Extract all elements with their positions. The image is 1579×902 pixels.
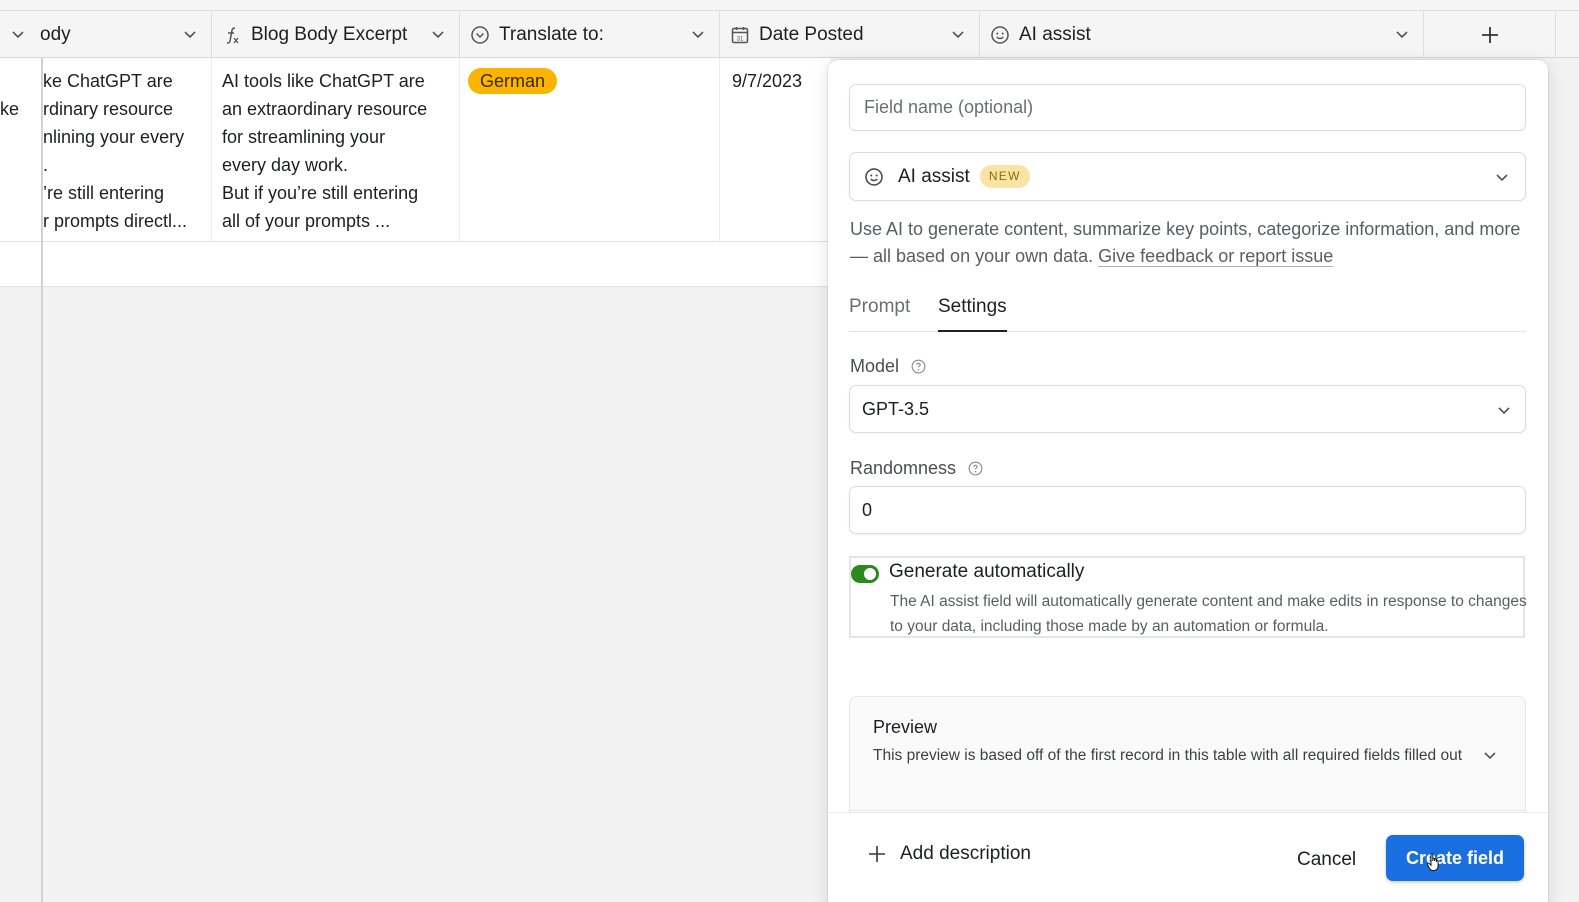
cell-line: But if you’re still entering bbox=[222, 183, 419, 203]
cell-line: an extraordinary resource bbox=[222, 99, 428, 119]
help-icon[interactable] bbox=[968, 461, 983, 476]
create-field-button[interactable]: Create field bbox=[1386, 835, 1524, 881]
column-header-label: AI assist bbox=[1019, 23, 1091, 45]
chevron-down-icon bbox=[1496, 174, 1508, 182]
cell-line: for streamlining your bbox=[222, 127, 386, 147]
column-header-body[interactable]: ody bbox=[0, 11, 212, 58]
help-icon[interactable] bbox=[911, 359, 926, 374]
cell-line: ’re still entering bbox=[43, 183, 165, 203]
empty-row[interactable] bbox=[0, 242, 830, 287]
chevron-down-icon[interactable] bbox=[1393, 25, 1411, 43]
generate-automatically-toggle[interactable] bbox=[851, 565, 879, 583]
add-description-label: Add description bbox=[900, 843, 1031, 864]
generate-automatically-label: Generate automatically bbox=[889, 561, 1085, 582]
generate-automatically-section: Generate automatically The AI assist fie… bbox=[849, 556, 1527, 638]
panel-tabs: Prompt Settings bbox=[849, 296, 1526, 332]
generate-automatically-description: The AI assist field will automatically g… bbox=[890, 593, 1527, 635]
model-value: GPT-3.5 bbox=[862, 398, 930, 419]
field-type-label: AI assist bbox=[898, 165, 970, 187]
new-badge: NEW bbox=[979, 165, 1030, 188]
cell-line: r prompts directl... bbox=[43, 211, 188, 231]
model-label-row: Model bbox=[850, 356, 926, 377]
cell-line: ke ChatGPT are bbox=[43, 71, 173, 91]
svg-text:31: 31 bbox=[737, 36, 744, 42]
preview-title: Preview bbox=[873, 717, 938, 737]
preview-description: This preview is based off of the first r… bbox=[873, 747, 1462, 764]
grid-header-row: ody Blog Body Excerpt Translate to: 31 D… bbox=[0, 11, 1579, 58]
column-header-label: ody bbox=[40, 23, 71, 45]
ai-assist-icon bbox=[990, 25, 1010, 45]
divider bbox=[850, 810, 1525, 811]
cell-body[interactable]: ke ChatGPT are rdinary resource nlining … bbox=[43, 58, 212, 242]
top-strip bbox=[0, 0, 1579, 11]
column-header-date-posted[interactable]: 31 Date Posted bbox=[720, 11, 980, 58]
column-header-label: Date Posted bbox=[759, 23, 864, 45]
table-row[interactable]: ke ke ChatGPT are rdinary resource nlini… bbox=[0, 58, 980, 242]
randomness-label-row: Randomness bbox=[850, 458, 983, 479]
chevron-down-icon[interactable] bbox=[181, 25, 199, 43]
randomness-input[interactable]: 0 bbox=[849, 486, 1526, 534]
ai-assist-icon bbox=[865, 167, 883, 186]
plus-icon bbox=[1481, 26, 1498, 43]
feedback-link[interactable]: Give feedback or report issue bbox=[1098, 246, 1334, 267]
cell-blog-body-excerpt[interactable]: AI tools like ChatGPT are an extraordina… bbox=[212, 58, 460, 242]
chevron-down-icon[interactable] bbox=[949, 25, 967, 43]
single-select-icon bbox=[470, 25, 490, 45]
cell-line: every day work. bbox=[222, 155, 349, 175]
field-name-input[interactable] bbox=[849, 84, 1526, 131]
cell-line: . bbox=[43, 155, 49, 175]
chevron-down-icon bbox=[1498, 407, 1510, 415]
cell-line: nlining your every bbox=[43, 127, 185, 147]
chevron-down-icon[interactable] bbox=[1481, 746, 1499, 764]
frozen-column-divider bbox=[0, 58, 43, 902]
column-header-label: Blog Body Excerpt bbox=[251, 23, 408, 45]
tab-prompt[interactable]: Prompt bbox=[849, 296, 910, 332]
cell-line: all of your prompts ... bbox=[222, 211, 391, 231]
add-description-button[interactable]: Add description bbox=[868, 843, 1031, 865]
tab-settings[interactable]: Settings bbox=[938, 296, 1007, 332]
chevron-down-icon[interactable] bbox=[689, 25, 707, 43]
select-option-pill: German bbox=[468, 68, 558, 94]
column-header-blog-body-excerpt[interactable]: Blog Body Excerpt bbox=[212, 11, 460, 58]
cell-translate-to[interactable]: German bbox=[460, 58, 720, 242]
panel-footer: Add description Cancel Create field bbox=[828, 812, 1548, 902]
column-header-label: Translate to: bbox=[499, 23, 604, 45]
preview-section[interactable]: Preview This preview is based off of the… bbox=[849, 696, 1526, 826]
chevron-down-icon[interactable] bbox=[9, 25, 27, 43]
formula-icon bbox=[222, 25, 242, 45]
randomness-label: Randomness bbox=[850, 458, 957, 478]
field-type-select[interactable]: AI assist NEW bbox=[849, 152, 1526, 201]
plus-icon bbox=[869, 846, 885, 862]
model-label: Model bbox=[850, 356, 900, 376]
chevron-down-icon[interactable] bbox=[429, 25, 447, 43]
cell-line: rdinary resource bbox=[43, 99, 174, 119]
field-type-description: Use AI to generate content, summarize ke… bbox=[850, 216, 1530, 270]
calendar-icon: 31 bbox=[730, 25, 750, 45]
model-select[interactable]: GPT-3.5 bbox=[849, 385, 1526, 433]
randomness-value: 0 bbox=[862, 499, 873, 520]
cell-line: AI tools like ChatGPT are bbox=[222, 71, 425, 91]
field-config-panel: AI assist NEW Use AI to generate content… bbox=[828, 60, 1548, 902]
add-column-button[interactable] bbox=[1424, 11, 1556, 58]
column-header-translate-to[interactable]: Translate to: bbox=[460, 11, 720, 58]
cancel-button[interactable]: Cancel bbox=[1283, 837, 1370, 883]
column-header-ai-assist[interactable]: AI assist bbox=[980, 11, 1424, 58]
